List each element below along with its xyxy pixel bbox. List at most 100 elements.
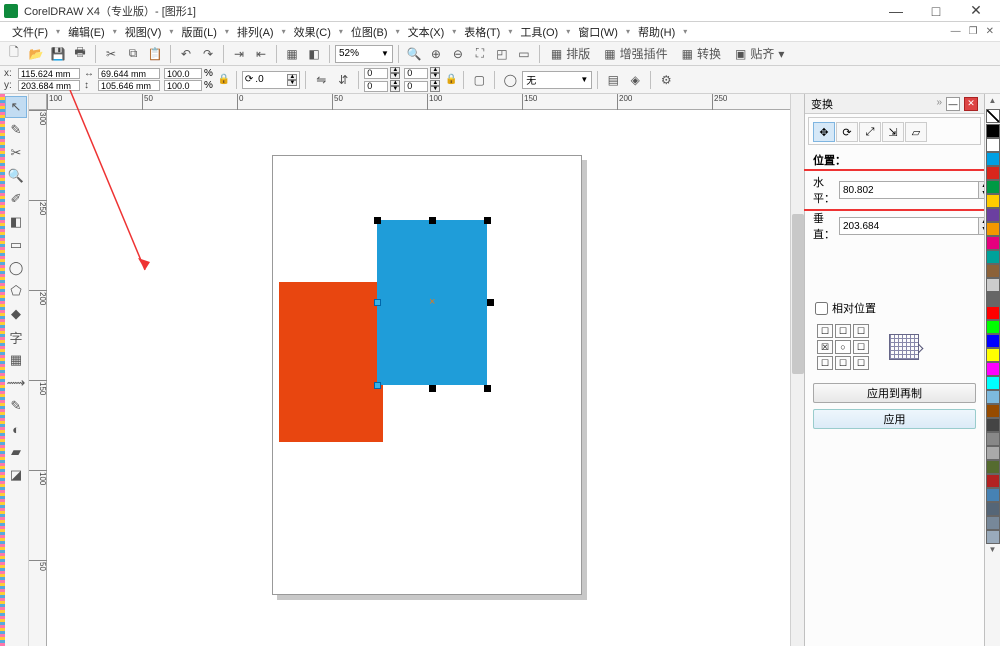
menu-item[interactable]: 文本(X) bbox=[402, 23, 451, 41]
close-button[interactable]: ✕ bbox=[956, 0, 996, 22]
snap-button[interactable]: ▣贴齐▾ bbox=[729, 44, 790, 64]
corner-tr-input[interactable] bbox=[404, 68, 428, 79]
chevron-down-icon[interactable]: ▼ bbox=[381, 49, 389, 58]
color-swatch[interactable] bbox=[986, 474, 1000, 488]
zoom-out-icon[interactable]: ⊖ bbox=[448, 44, 468, 64]
redo-icon[interactable]: ↷ bbox=[198, 44, 218, 64]
selection-center-icon[interactable]: × bbox=[429, 296, 435, 308]
color-swatch[interactable] bbox=[986, 292, 1000, 306]
doc-restore-icon[interactable]: ❐ bbox=[969, 26, 978, 37]
menu-item[interactable]: 编辑(E) bbox=[62, 23, 111, 41]
zoom-tool[interactable]: 🔍 bbox=[5, 165, 27, 187]
tab-position-icon[interactable]: ✥ bbox=[813, 122, 835, 142]
horizontal-ruler[interactable]: 10050050100150200250 bbox=[47, 94, 790, 110]
convert-curves-icon[interactable]: ◈ bbox=[625, 70, 645, 90]
fill-tool[interactable]: ▰ bbox=[5, 441, 27, 463]
vertical-scrollbar[interactable] bbox=[790, 94, 804, 646]
color-swatch[interactable] bbox=[986, 306, 1000, 320]
plugin-button[interactable]: ▦增强插件 bbox=[598, 44, 673, 64]
docker-minimize-icon[interactable]: ― bbox=[946, 97, 960, 111]
scale-y-input[interactable] bbox=[164, 80, 202, 91]
color-swatch[interactable] bbox=[986, 488, 1000, 502]
ellipse-tool[interactable]: ◯ bbox=[5, 257, 27, 279]
maximize-button[interactable]: □ bbox=[916, 0, 956, 22]
zoom-selection-icon[interactable]: ◰ bbox=[492, 44, 512, 64]
color-swatch[interactable] bbox=[986, 208, 1000, 222]
color-swatch[interactable] bbox=[986, 152, 1000, 166]
text-tool[interactable]: 字 bbox=[5, 326, 27, 348]
save-icon[interactable]: 💾 bbox=[48, 44, 68, 64]
handle-tr[interactable] bbox=[484, 217, 491, 224]
tab-scale-icon[interactable]: ⤢ bbox=[859, 122, 881, 142]
pick-tool[interactable]: ↖ bbox=[5, 96, 27, 118]
handle-tm[interactable] bbox=[429, 217, 436, 224]
color-swatch[interactable] bbox=[986, 502, 1000, 516]
color-swatch[interactable] bbox=[986, 236, 1000, 250]
welcome-icon[interactable]: ◧ bbox=[304, 44, 324, 64]
color-swatch[interactable] bbox=[986, 320, 1000, 334]
color-swatch[interactable] bbox=[986, 194, 1000, 208]
color-swatch[interactable] bbox=[986, 278, 1000, 292]
color-swatch[interactable] bbox=[986, 264, 1000, 278]
table-tool[interactable]: ▦ bbox=[5, 349, 27, 371]
handle-mr[interactable] bbox=[487, 299, 494, 306]
docker-close-icon[interactable]: ✕ bbox=[964, 97, 978, 111]
tab-size-icon[interactable]: ⇲ bbox=[882, 122, 904, 142]
docker-collapse-icon[interactable]: » bbox=[936, 97, 942, 111]
zoom-fit-icon[interactable]: ⛶ bbox=[470, 44, 490, 64]
color-swatch[interactable] bbox=[986, 362, 1000, 376]
color-swatch[interactable] bbox=[986, 124, 1000, 138]
canvas[interactable]: × bbox=[47, 110, 790, 646]
tab-rotate-icon[interactable]: ⟳ bbox=[836, 122, 858, 142]
lock-corner-icon[interactable]: 🔒 bbox=[444, 69, 458, 91]
menu-item[interactable]: 位图(B) bbox=[345, 23, 394, 41]
menu-item[interactable]: 工具(O) bbox=[514, 23, 564, 41]
color-swatch[interactable] bbox=[986, 446, 1000, 460]
corner-bl-input[interactable] bbox=[364, 81, 388, 92]
to-front-icon[interactable]: ▢ bbox=[469, 70, 489, 90]
color-swatch[interactable] bbox=[986, 432, 1000, 446]
width-input[interactable] bbox=[98, 68, 160, 79]
basicshapes-tool[interactable]: ◆ bbox=[5, 303, 27, 325]
options-icon[interactable]: ⚙ bbox=[656, 70, 676, 90]
cut-icon[interactable]: ✂ bbox=[101, 44, 121, 64]
color-swatch[interactable] bbox=[986, 404, 1000, 418]
app-launcher-icon[interactable]: ▦ bbox=[282, 44, 302, 64]
lock-ratio-icon[interactable]: 🔒 bbox=[217, 69, 231, 91]
wrap-text-icon[interactable]: ▤ bbox=[603, 70, 623, 90]
vertical-input[interactable] bbox=[840, 221, 978, 232]
layout-button[interactable]: ▦排版 bbox=[545, 44, 596, 64]
rotation-box[interactable]: ⟳ ▲▼ bbox=[242, 71, 300, 89]
color-swatch[interactable] bbox=[986, 530, 1000, 544]
zoom-combo[interactable]: ▼ bbox=[335, 45, 393, 63]
vertical-ruler[interactable]: 30025020015010050 bbox=[29, 110, 47, 646]
color-swatch[interactable] bbox=[986, 348, 1000, 362]
freehand-tool[interactable]: ✐ bbox=[5, 188, 27, 210]
blend-tool[interactable]: ⟿ bbox=[5, 372, 27, 394]
menu-item[interactable]: 版面(L) bbox=[175, 23, 222, 41]
color-swatch[interactable] bbox=[986, 418, 1000, 432]
handle-ml[interactable] bbox=[374, 299, 381, 306]
eyedropper-tool[interactable]: ✎ bbox=[5, 395, 27, 417]
color-swatch[interactable] bbox=[986, 222, 1000, 236]
handle-bm[interactable] bbox=[429, 385, 436, 392]
scale-x-input[interactable] bbox=[164, 68, 202, 79]
menu-item[interactable]: 窗口(W) bbox=[572, 23, 624, 41]
handle-br[interactable] bbox=[484, 385, 491, 392]
rotation-input[interactable] bbox=[255, 74, 285, 85]
interactive-fill-tool[interactable]: ◪ bbox=[5, 464, 27, 486]
color-swatch[interactable] bbox=[986, 166, 1000, 180]
corner-br-input[interactable] bbox=[404, 81, 428, 92]
zoom-input[interactable] bbox=[339, 48, 379, 59]
color-swatch[interactable] bbox=[986, 334, 1000, 348]
chevron-down-icon[interactable]: ▼ bbox=[580, 75, 588, 84]
menu-item[interactable]: 效果(C) bbox=[288, 23, 337, 41]
open-icon[interactable]: 📂 bbox=[26, 44, 46, 64]
polygon-tool[interactable]: ⬠ bbox=[5, 280, 27, 302]
y-position-input[interactable] bbox=[18, 80, 80, 91]
height-input[interactable] bbox=[98, 80, 160, 91]
tab-skew-icon[interactable]: ▱ bbox=[905, 122, 927, 142]
convert-button[interactable]: ▦转换 bbox=[676, 44, 727, 64]
minimize-button[interactable]: ― bbox=[876, 0, 916, 22]
handle-bl[interactable] bbox=[374, 382, 381, 389]
